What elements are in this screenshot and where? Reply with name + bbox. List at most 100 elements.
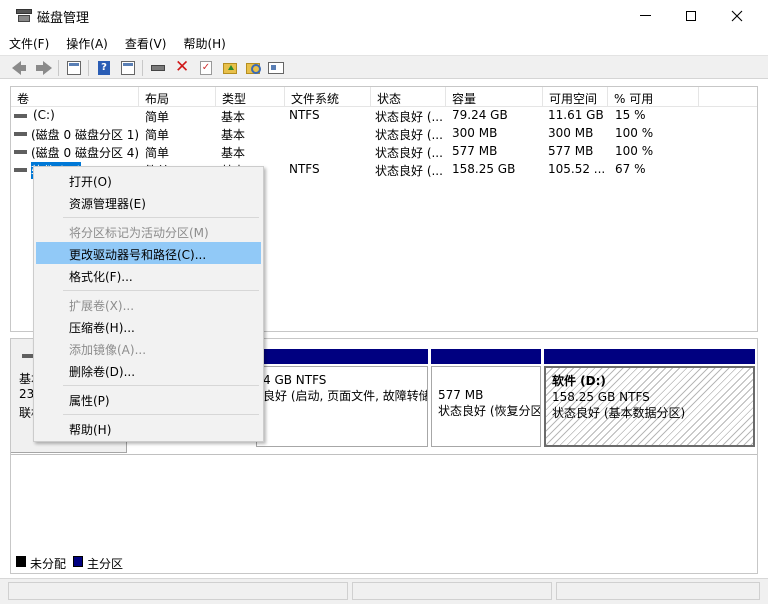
help-icon[interactable]: ? bbox=[96, 60, 112, 76]
column-header-volume[interactable]: 卷 bbox=[11, 87, 139, 107]
partition-status: 状态良好 (基本数据分区) bbox=[552, 406, 686, 420]
menu-item-change-drive-letter[interactable]: 更改驱动器号和路径(C)... bbox=[36, 242, 261, 264]
status-panel bbox=[556, 582, 760, 600]
column-header-type[interactable]: 类型 bbox=[216, 87, 285, 107]
partition-status: 良好 (启动, 页面文件, 故障转储 bbox=[263, 389, 428, 403]
menu-help[interactable]: 帮助(H) bbox=[174, 32, 233, 53]
menu-item-shrink-volume[interactable]: 压缩卷(H)... bbox=[36, 315, 261, 337]
menu-item-format[interactable]: 格式化(F)... bbox=[36, 264, 261, 286]
properties-icon[interactable] bbox=[268, 60, 284, 76]
checklist-icon[interactable]: ✓ bbox=[198, 60, 214, 76]
volume-capacity: 300 MB bbox=[452, 126, 498, 140]
toolbar-separator bbox=[58, 60, 59, 76]
column-header-percent-free[interactable]: % 可用 bbox=[608, 87, 699, 107]
close-button[interactable] bbox=[714, 0, 760, 31]
table-row[interactable]: (C:) 简单 基本 NTFS 状态良好 (... 79.24 GB 11.61… bbox=[11, 107, 757, 125]
volume-type: 基本 bbox=[221, 146, 246, 160]
volume-icon bbox=[14, 114, 27, 118]
menu-item-properties[interactable]: 属性(P) bbox=[36, 388, 261, 410]
disk-management-app-icon bbox=[16, 9, 32, 22]
volume-type: 基本 bbox=[221, 128, 246, 142]
menu-view[interactable]: 查看(V) bbox=[116, 32, 175, 53]
volume-status: 状态良好 (... bbox=[375, 128, 443, 142]
menu-item-explorer[interactable]: 资源管理器(E) bbox=[36, 191, 261, 213]
partition-title: 软件 (D:) bbox=[552, 374, 606, 388]
column-header-filesystem[interactable]: 文件系统 bbox=[285, 87, 371, 107]
column-header-layout[interactable]: 布局 bbox=[139, 87, 216, 107]
partition-body-selected: 软件 (D:) 158.25 GB NTFS 状态良好 (基本数据分区) bbox=[544, 366, 755, 447]
menu-file[interactable]: 文件(F) bbox=[0, 32, 57, 53]
menu-item-extend-volume: 扩展卷(X)... bbox=[69, 299, 135, 313]
column-header-capacity[interactable]: 容量 bbox=[446, 87, 543, 107]
volume-capacity: 577 MB bbox=[452, 144, 498, 158]
partition-header-bar bbox=[256, 349, 428, 364]
disk-row-divider bbox=[11, 454, 757, 455]
folder-up-icon[interactable] bbox=[222, 60, 238, 76]
partition-body: 577 MB 状态良好 (恢复分区) bbox=[431, 366, 541, 447]
maximize-button[interactable] bbox=[668, 0, 714, 31]
status-panel bbox=[8, 582, 348, 600]
folder-search-icon[interactable] bbox=[245, 60, 261, 76]
legend-label-primary: 主分区 bbox=[87, 557, 124, 571]
volume-percent-free: 100 % bbox=[615, 144, 654, 158]
toolbar: ? ✕ ✓ bbox=[0, 55, 768, 79]
volume-filesystem: NTFS bbox=[289, 162, 320, 176]
menu-separator bbox=[63, 414, 259, 415]
maximize-icon bbox=[686, 10, 696, 21]
volume-layout: 简单 bbox=[145, 146, 170, 160]
partition-size-fs: 4 GB NTFS bbox=[263, 373, 327, 387]
menu-separator bbox=[63, 385, 259, 386]
status-bar bbox=[0, 578, 768, 604]
toolbar-separator bbox=[142, 60, 143, 76]
menu-item-help[interactable]: 帮助(H) bbox=[36, 417, 261, 439]
context-menu: 打开(O) 资源管理器(E) 将分区标记为活动分区(M) 更改驱动器号和路径(C… bbox=[33, 166, 264, 442]
volume-capacity: 79.24 GB bbox=[452, 108, 508, 122]
connect-drive-icon[interactable] bbox=[150, 60, 166, 76]
volume-icon bbox=[14, 168, 27, 172]
partition-d[interactable]: 软件 (D:) 158.25 GB NTFS 状态良好 (基本数据分区) bbox=[544, 349, 755, 447]
menu-separator bbox=[63, 217, 259, 218]
menu-item-add-mirror: 添加镜像(A)... bbox=[69, 343, 147, 357]
partition-header-bar bbox=[431, 349, 541, 364]
legend-swatch-unallocated bbox=[16, 556, 26, 567]
legend-swatch-primary bbox=[73, 556, 83, 567]
minimize-icon bbox=[639, 15, 651, 16]
volume-free-space: 105.52 ... bbox=[548, 162, 606, 176]
volume-name: (磁盘 0 磁盘分区 4) bbox=[31, 146, 140, 160]
column-header-free-space[interactable]: 可用空间 bbox=[543, 87, 608, 107]
minimize-button[interactable] bbox=[622, 0, 668, 31]
menu-action[interactable]: 操作(A) bbox=[57, 32, 116, 53]
properties-list-icon[interactable] bbox=[120, 60, 136, 76]
menu-item-open[interactable]: 打开(O) bbox=[36, 169, 261, 191]
back-arrow-icon[interactable] bbox=[12, 60, 28, 76]
status-panel bbox=[352, 582, 552, 600]
menu-separator bbox=[63, 290, 259, 291]
volume-percent-free: 100 % bbox=[615, 126, 654, 140]
volume-percent-free: 15 % bbox=[615, 108, 646, 122]
volume-filesystem: NTFS bbox=[289, 108, 320, 122]
volume-capacity: 158.25 GB bbox=[452, 162, 516, 176]
partition-c[interactable]: 4 GB NTFS 良好 (启动, 页面文件, 故障转储 bbox=[256, 349, 428, 447]
volume-name: (C:) bbox=[33, 108, 55, 122]
partition-size-fs: 158.25 GB NTFS bbox=[552, 390, 650, 404]
volume-free-space: 577 MB bbox=[548, 144, 594, 158]
volume-status: 状态良好 (... bbox=[375, 110, 443, 124]
partition-recovery[interactable]: 577 MB 状态良好 (恢复分区) bbox=[431, 349, 541, 447]
table-row[interactable]: (磁盘 0 磁盘分区 4) 简单 基本 状态良好 (... 577 MB 577… bbox=[11, 143, 757, 161]
volume-percent-free: 67 % bbox=[615, 162, 646, 176]
volume-layout: 简单 bbox=[145, 128, 170, 142]
volume-status: 状态良好 (... bbox=[375, 146, 443, 160]
column-header-status[interactable]: 状态 bbox=[371, 87, 446, 107]
partition-status: 状态良好 (恢复分区) bbox=[438, 404, 541, 418]
window-title: 磁盘管理 bbox=[37, 11, 90, 26]
close-icon bbox=[731, 10, 743, 21]
legend-label-unallocated: 未分配 bbox=[30, 557, 67, 571]
delete-icon[interactable]: ✕ bbox=[175, 58, 191, 76]
toolbar-separator bbox=[88, 60, 89, 76]
partition-header-bar bbox=[544, 349, 755, 364]
console-tree-icon[interactable] bbox=[66, 60, 82, 76]
table-row[interactable]: (磁盘 0 磁盘分区 1) 简单 基本 状态良好 (... 300 MB 300… bbox=[11, 125, 757, 143]
forward-arrow-icon[interactable] bbox=[36, 60, 52, 76]
volume-layout: 简单 bbox=[145, 110, 170, 124]
menu-item-delete-volume[interactable]: 删除卷(D)... bbox=[36, 359, 261, 381]
